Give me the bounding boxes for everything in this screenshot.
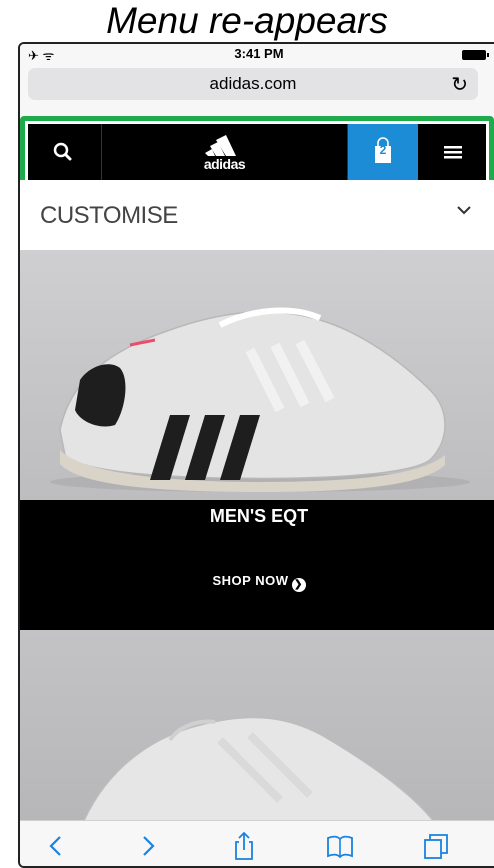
- browser-url-area: adidas.com ↻: [20, 64, 494, 116]
- url-bar[interactable]: adidas.com ↻: [28, 68, 478, 100]
- sneaker-image: [50, 307, 470, 492]
- customise-dropdown[interactable]: CUSTOMISE: [20, 180, 494, 250]
- battery-icon: [462, 50, 489, 60]
- phone-frame: ✈ ᯤ 3:41 PM adidas.com ↻ adidas 2 CUSTOM…: [18, 42, 494, 868]
- customise-label: CUSTOMISE: [40, 202, 178, 229]
- arrow-right-circle-icon: ❯: [291, 578, 306, 592]
- bookmarks-icon: [327, 835, 353, 859]
- tabs-icon: [424, 834, 448, 859]
- chevron-down-icon: [457, 206, 471, 215]
- hero-image-second[interactable]: [20, 630, 494, 830]
- bookmarks-button[interactable]: [320, 829, 360, 863]
- promo-banner[interactable]: MEN'S EQT SHOP NOW ❯: [20, 500, 494, 630]
- forward-button[interactable]: [128, 829, 168, 863]
- status-time: 3:41 PM: [234, 46, 284, 61]
- hero-image-mens-eqt[interactable]: [20, 250, 494, 500]
- forward-icon: [143, 836, 155, 856]
- share-button[interactable]: [224, 829, 264, 863]
- share-icon: [235, 831, 253, 860]
- promo-title: MEN'S EQT: [209, 506, 309, 526]
- sneaker-image-2: [79, 716, 441, 830]
- back-icon: [49, 836, 61, 856]
- shop-now-link[interactable]: SHOP NOW ❯: [20, 573, 494, 592]
- browser-toolbar: [20, 820, 494, 866]
- highlight-box: [20, 116, 494, 186]
- slide-caption: Menu re-appears: [106, 0, 388, 41]
- back-button[interactable]: [38, 829, 78, 863]
- tabs-button[interactable]: [416, 829, 456, 863]
- shop-now-label: SHOP NOW: [212, 573, 289, 588]
- url-text: adidas.com: [209, 74, 297, 93]
- status-bar: ✈ ᯤ 3:41 PM: [20, 44, 494, 64]
- reload-icon[interactable]: ↻: [451, 72, 468, 97]
